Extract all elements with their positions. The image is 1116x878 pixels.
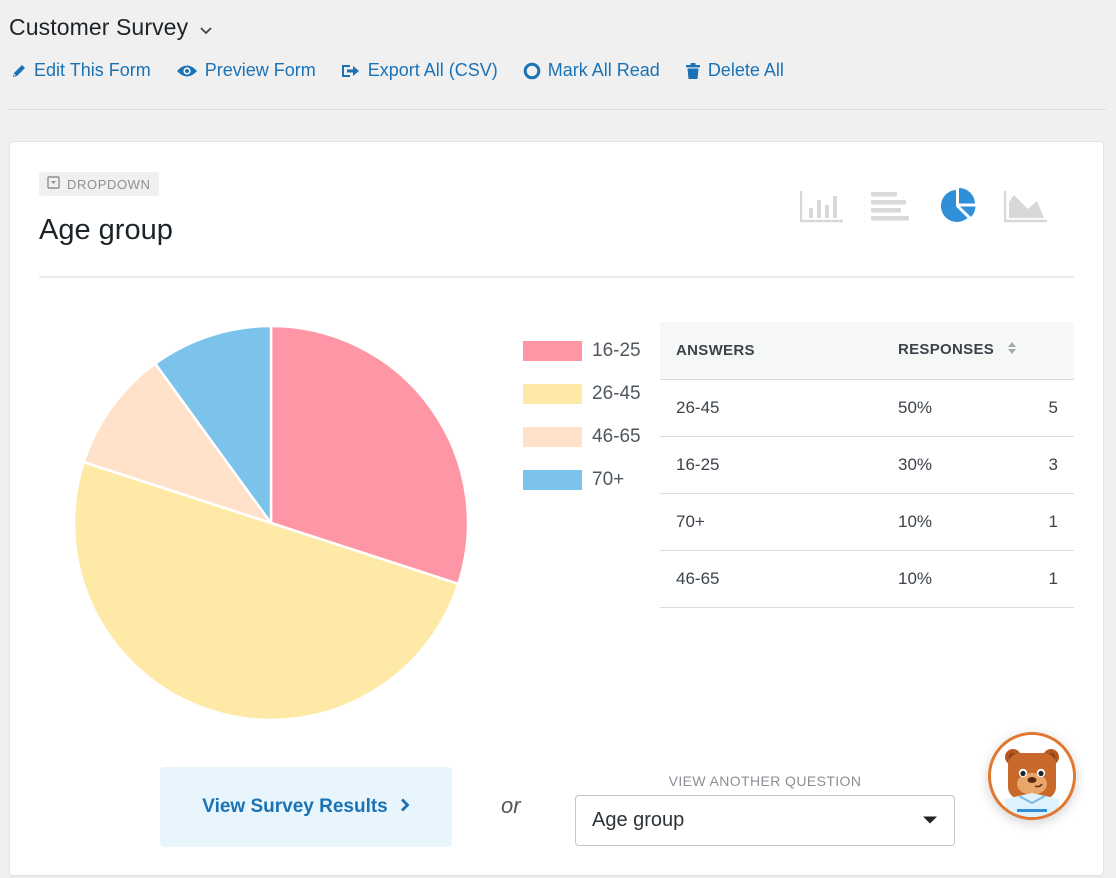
table-row: 26-45 50% 5 — [660, 379, 1074, 437]
chart-type-area[interactable] — [1004, 188, 1048, 224]
mascot-help-button[interactable] — [988, 732, 1076, 820]
pie-chart-svg — [72, 324, 470, 721]
export-csv-link[interactable]: Export All (CSV) — [341, 60, 498, 81]
legend-label: 46-65 — [592, 426, 641, 447]
table-row: 46-65 10% 1 — [660, 550, 1074, 608]
circle-icon — [523, 62, 541, 80]
question-select-value: Age group — [592, 809, 685, 831]
question-title: Age group — [39, 214, 173, 246]
vertical-bar-chart-icon — [800, 191, 843, 223]
question-select[interactable]: Age group — [575, 795, 955, 846]
percent-cell: 50% — [882, 379, 1010, 437]
form-actions: Edit This Form Preview Form Export All (… — [11, 60, 809, 81]
count-cell: 3 — [1009, 436, 1074, 494]
question-results-card: DROPDOWN Age group 16-25 26-45 46-65 70+… — [9, 141, 1104, 876]
page-header: Customer Survey — [9, 14, 214, 41]
chart-type-pie[interactable] — [936, 188, 980, 224]
legend-label: 26-45 — [592, 383, 641, 404]
header-divider — [8, 109, 1106, 110]
pie-chart — [66, 318, 476, 728]
legend-item[interactable]: 26-45 — [523, 383, 641, 405]
eye-icon — [176, 64, 198, 78]
answer-cell: 26-45 — [660, 379, 882, 437]
card-divider — [39, 276, 1074, 278]
answer-cell: 70+ — [660, 493, 882, 551]
edit-form-label: Edit This Form — [34, 60, 151, 80]
table-row: 70+ 10% 1 — [660, 493, 1074, 551]
legend-swatch — [523, 384, 582, 404]
view-survey-results-label: View Survey Results — [202, 796, 388, 817]
delete-all-label: Delete All — [707, 60, 784, 80]
area-chart-icon — [1004, 191, 1047, 223]
chart-legend: 16-25 26-45 46-65 70+ — [523, 340, 641, 491]
delete-all-link[interactable]: Delete All — [685, 60, 784, 81]
results-table: ANSWERS RESPONSES 26-45 50% 5 16-25 30% 3 70+ 1… — [660, 322, 1074, 608]
mark-all-read-link[interactable]: Mark All Read — [523, 60, 660, 81]
table-header-row: ANSWERS RESPONSES — [660, 322, 1074, 380]
trash-icon — [685, 62, 701, 80]
answer-cell: 16-25 — [660, 436, 882, 494]
count-cell: 1 — [1009, 493, 1074, 551]
legend-swatch — [523, 470, 582, 490]
table-row: 16-25 30% 3 — [660, 436, 1074, 494]
pie-chart-icon — [940, 188, 976, 222]
view-survey-results-button[interactable]: View Survey Results — [160, 767, 452, 847]
legend-label: 16-25 — [592, 340, 641, 361]
chart-type-switcher — [800, 188, 1048, 224]
view-another-question-label: VIEW ANOTHER QUESTION — [668, 773, 862, 789]
percent-cell: 10% — [882, 493, 1010, 551]
pencil-icon — [11, 63, 27, 79]
page-title: Customer Survey — [9, 14, 189, 40]
bear-mascot-icon — [991, 735, 1073, 817]
legend-item[interactable]: 46-65 — [523, 426, 641, 448]
answers-column-header: ANSWERS — [660, 322, 882, 380]
chevron-right-icon — [400, 796, 410, 818]
count-cell: 5 — [1009, 379, 1074, 437]
sort-icon[interactable] — [1007, 341, 1017, 359]
chart-type-vertical-bar[interactable] — [800, 188, 844, 224]
responses-column-header[interactable]: RESPONSES — [882, 322, 1074, 380]
export-csv-label: Export All (CSV) — [367, 60, 498, 80]
mark-all-read-label: Mark All Read — [547, 60, 660, 80]
legend-label: 70+ — [592, 469, 625, 490]
legend-item[interactable]: 16-25 — [523, 340, 641, 362]
percent-cell: 10% — [882, 550, 1010, 608]
edit-form-link[interactable]: Edit This Form — [11, 60, 151, 81]
dropdown-field-icon — [47, 176, 60, 192]
or-separator: or — [501, 793, 521, 818]
legend-item[interactable]: 70+ — [523, 469, 641, 491]
caret-down-icon — [922, 812, 938, 830]
percent-cell: 30% — [882, 436, 1010, 494]
chevron-down-icon[interactable] — [198, 22, 214, 38]
preview-form-label: Preview Form — [204, 60, 316, 80]
legend-swatch — [523, 427, 582, 447]
field-type-label: DROPDOWN — [67, 176, 151, 192]
export-icon — [341, 63, 361, 79]
answer-cell: 46-65 — [660, 550, 882, 608]
chart-type-horizontal-bar[interactable] — [868, 188, 912, 224]
count-cell: 1 — [1009, 550, 1074, 608]
horizontal-bar-chart-icon — [871, 192, 909, 221]
preview-form-link[interactable]: Preview Form — [176, 60, 316, 81]
legend-swatch — [523, 341, 582, 361]
field-type-badge: DROPDOWN — [39, 172, 159, 196]
